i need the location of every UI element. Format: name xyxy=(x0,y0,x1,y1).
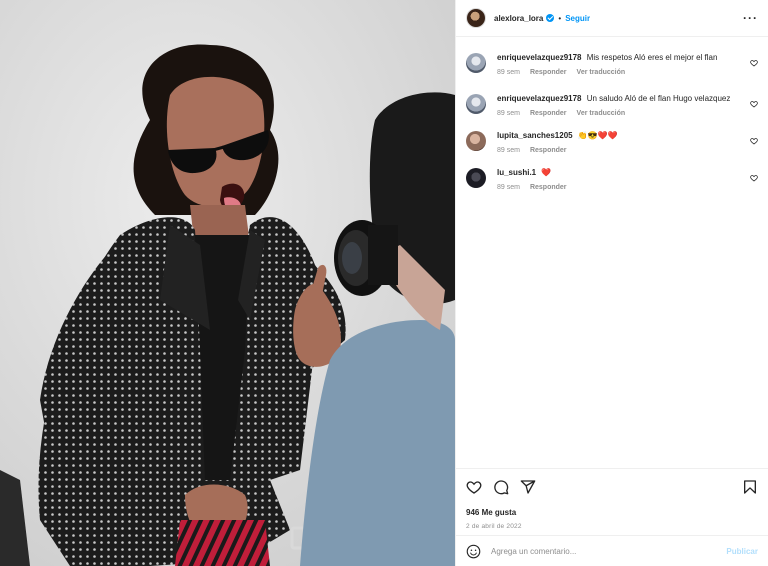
comment-text: Un saludo Aló de el flan Hugo velazquez xyxy=(586,94,731,103)
follow-button[interactable]: Seguir xyxy=(565,14,590,23)
comment-avatar[interactable] xyxy=(466,94,486,114)
comment-text: Mis respetos Aló eres el mejor el flan xyxy=(586,53,718,62)
comment-item: enriquevelazquez9178 Mis respetos Aló er… xyxy=(456,52,768,76)
heart-icon[interactable] xyxy=(750,137,758,145)
comment-avatar[interactable] xyxy=(466,168,486,188)
comment-item: lupita_sanches1205 👏😎❤️❤️ 89 sem Respond… xyxy=(456,130,768,154)
post-photo xyxy=(0,0,455,566)
reply-button[interactable]: Responder xyxy=(530,69,567,76)
comment-time: 89 sem xyxy=(497,147,520,154)
comment-time: 89 sem xyxy=(497,110,520,117)
header-separator: • xyxy=(558,13,562,23)
reply-button[interactable]: Responder xyxy=(530,147,567,154)
post-header: alexlora_lora • Seguir ··· xyxy=(456,0,768,37)
heart-icon[interactable] xyxy=(750,174,758,182)
reply-button[interactable]: Responder xyxy=(530,184,567,191)
verified-badge-icon xyxy=(546,14,555,22)
comment-item: enriquevelazquez9178 Un saludo Aló de el… xyxy=(456,93,768,117)
bookmark-icon[interactable] xyxy=(742,479,758,495)
author-avatar[interactable] xyxy=(466,8,486,28)
comment-input[interactable] xyxy=(491,546,727,556)
comment-composer: Publicar xyxy=(456,535,768,566)
share-icon[interactable] xyxy=(520,479,536,495)
comment-username[interactable]: enriquevelazquez9178 xyxy=(497,94,581,103)
more-dots-icon[interactable]: ··· xyxy=(743,11,758,25)
comment-username[interactable]: enriquevelazquez9178 xyxy=(497,53,581,62)
comment-icon[interactable] xyxy=(493,479,509,495)
comment-item: lu_sushi.1 ❤️ 89 sem Responder xyxy=(456,167,768,191)
post-actions: 946 Me gusta 2 de abril de 2022 xyxy=(456,468,768,530)
post-side-panel: alexlora_lora • Seguir ··· enriquevelazq… xyxy=(455,0,768,566)
heart-icon[interactable] xyxy=(750,100,758,108)
photo-illustration xyxy=(0,0,455,566)
heart-icon[interactable] xyxy=(466,479,482,495)
comment-time: 89 sem xyxy=(497,184,520,191)
comment-username[interactable]: lupita_sanches1205 xyxy=(497,131,573,140)
comments-list: enriquevelazquez9178 Mis respetos Aló er… xyxy=(456,42,768,191)
instagram-post-modal: alexlora_lora • Seguir ··· enriquevelazq… xyxy=(0,0,768,566)
heart-icon[interactable] xyxy=(750,59,758,67)
emoji-icon[interactable] xyxy=(466,544,481,559)
comment-avatar[interactable] xyxy=(466,131,486,151)
author-username[interactable]: alexlora_lora xyxy=(494,14,543,23)
comment-time: 89 sem xyxy=(497,69,520,76)
comment-text: 👏😎❤️❤️ xyxy=(577,131,618,140)
translate-button[interactable]: Ver traducción xyxy=(577,69,626,76)
likes-count[interactable]: 946 Me gusta xyxy=(466,508,758,517)
comment-username[interactable]: lu_sushi.1 xyxy=(497,168,536,177)
post-date: 2 de abril de 2022 xyxy=(466,523,522,530)
publish-button[interactable]: Publicar xyxy=(726,547,758,556)
comment-text: ❤️ xyxy=(541,168,552,177)
translate-button[interactable]: Ver traducción xyxy=(577,110,626,117)
comment-avatar[interactable] xyxy=(466,53,486,73)
reply-button[interactable]: Responder xyxy=(530,110,567,117)
